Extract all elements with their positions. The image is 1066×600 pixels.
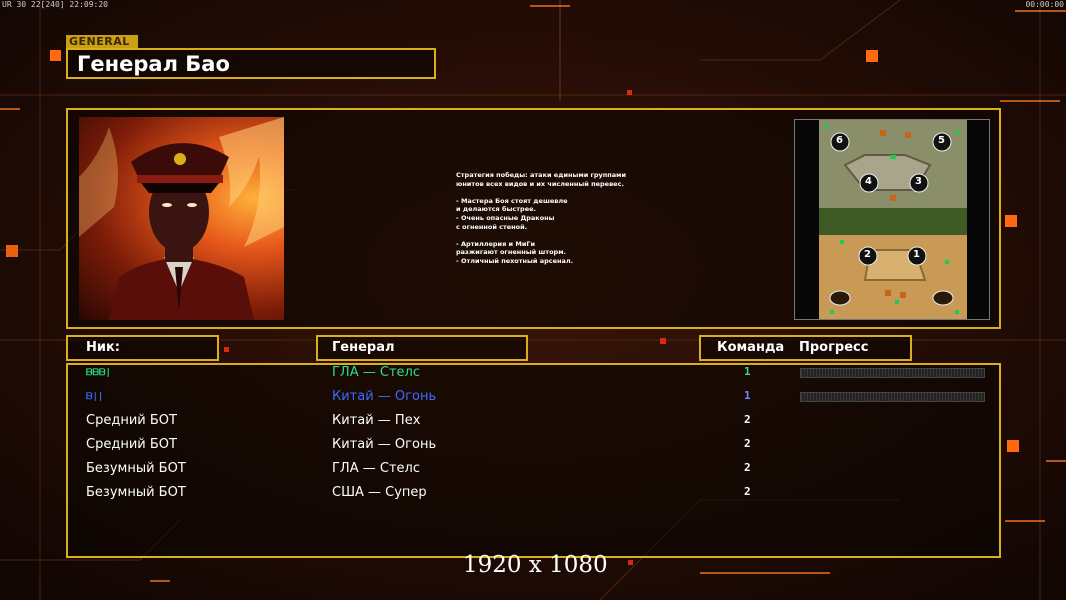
player-general[interactable]: ГЛА — Стелс [332,365,420,381]
general-portrait [79,117,284,320]
map-preview[interactable]: 6 5 4 3 2 1 [794,119,990,320]
column-team-label: Команда [717,340,785,355]
player-name: Безумный БОТ [86,461,186,476]
column-progress-label: Прогресс [799,340,869,355]
player-name: Средний БОТ [86,413,177,428]
column-nick-label: Ник: [86,340,121,355]
column-header-nick: Ник: [66,335,219,361]
player-team[interactable]: 1 [744,365,751,378]
player-team[interactable]: 2 [744,437,751,450]
player-progress-bar [800,392,985,402]
map-slot-1: 1 [913,249,920,260]
column-header-general: Генерал [316,335,528,361]
player-name: Безумный БОТ [86,485,186,500]
map-slot-2: 2 [864,249,871,260]
player-general[interactable]: ГЛА — Стелс [332,461,420,477]
column-general-label: Генерал [332,340,395,355]
player-general[interactable]: США — Супер [332,485,427,501]
resolution-watermark: 1920 x 1080 [463,552,608,578]
player-team[interactable]: 1 [744,389,751,402]
general-description: Стратегия победы: атаки едиными группами… [456,171,627,265]
player-name: ᗷ|| [86,392,104,402]
player-team[interactable]: 2 [744,461,751,474]
map-slot-6: 6 [836,135,843,146]
hud-timer: 00:00:00 [1025,0,1064,9]
player-team[interactable]: 2 [744,485,751,498]
player-name: ᗷᗷᗷ| [86,368,111,378]
player-progress-bar [800,368,985,378]
map-slot-5: 5 [938,135,945,146]
player-team[interactable]: 2 [744,413,751,426]
player-name: Средний БОТ [86,437,177,452]
map-slot-4: 4 [865,176,872,187]
general-tag: GENERAL [66,35,138,48]
general-title-box: Генерал Бао [66,48,436,79]
player-general[interactable]: Китай — Огонь [332,389,436,405]
map-slot-3: 3 [915,176,922,187]
hud-status-left: UR 30 22[240] 22:09:20 [2,0,108,9]
player-general[interactable]: Китай — Пех [332,413,420,429]
column-header-team-progress: Команда Прогресс [699,335,912,361]
general-name: Генерал Бао [77,52,230,76]
player-general[interactable]: Китай — Огонь [332,437,436,453]
